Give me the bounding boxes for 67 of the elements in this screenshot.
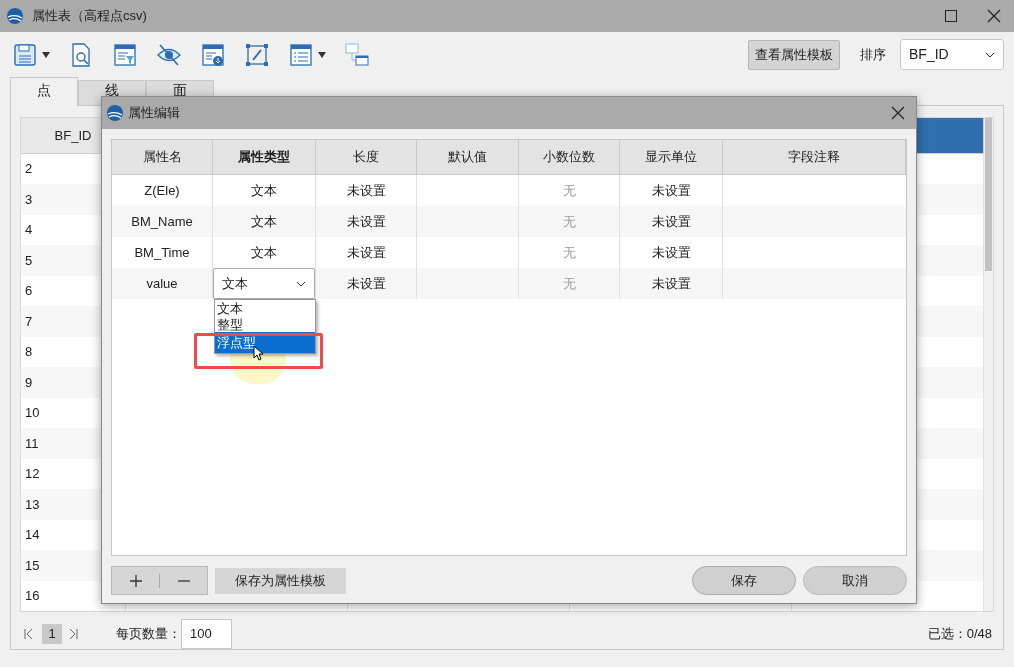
first-page-icon[interactable] [24, 627, 34, 640]
table-cell-text: 文本 [251, 243, 277, 262]
table-cell-text: 未设置 [651, 212, 691, 231]
table-cell-text: 14 [25, 526, 40, 545]
table-cell-text: 16 [25, 587, 40, 606]
per-page-label: 每页数量： [116, 624, 181, 643]
table-cell-text: 9 [25, 373, 33, 392]
chevron-down-icon [985, 51, 995, 58]
table-cell-text: 无 [562, 181, 576, 200]
table-cell-text: 10 [25, 404, 40, 423]
table-cell-text: 5 [25, 251, 33, 270]
table-cell-text: 2 [25, 160, 33, 179]
table-cell-text: 未设置 [346, 243, 386, 262]
table-cell-text: value [146, 274, 178, 293]
table-cell-text: 未设置 [346, 274, 386, 293]
table-cell-text: 文本 [251, 212, 277, 231]
dialog-title: 属性编辑 [128, 104, 180, 123]
close-icon [891, 106, 905, 120]
table-cell-text: 未设置 [651, 274, 691, 293]
view-template-button[interactable]: 查看属性模板 [748, 39, 840, 70]
table-cell-text: 未设置 [346, 181, 386, 200]
last-page-icon[interactable] [68, 627, 78, 640]
column-header: 长度 [316, 140, 417, 174]
tab[interactable]: 点 [10, 77, 78, 106]
window-title: 属性表（高程点csv) [32, 7, 147, 26]
column-header: 默认值 [417, 140, 519, 174]
table-cell-text: 未设置 [346, 212, 386, 231]
column-header: 字段注释 [723, 140, 906, 174]
table-cell-text: 12 [25, 465, 40, 484]
table-cell-text: 7 [25, 312, 33, 331]
table-cell-text: 13 [25, 495, 40, 514]
page-number[interactable]: 1 [42, 623, 62, 644]
logo-icon [106, 104, 124, 122]
save-template-button[interactable]: 保存为属性模板 [215, 567, 346, 594]
selected-count: 已选：0/48 [927, 624, 992, 643]
table-cell-text: 无 [562, 243, 576, 262]
column-header: 属性类型 [213, 140, 316, 174]
column-header: 显示单位 [620, 140, 723, 174]
table-cell-text: 4 [25, 221, 33, 240]
table-cell-text: BM_Name [131, 212, 193, 231]
table-cell-text: 11 [25, 434, 39, 453]
column-header: 小数位数 [519, 140, 620, 174]
plus-icon [129, 574, 142, 587]
dropdown-option[interactable]: 文本 [215, 300, 315, 316]
dropdown-option[interactable]: 整型 [215, 316, 315, 332]
table-cell-text: 8 [25, 343, 33, 362]
table-cell-text: 6 [25, 282, 33, 301]
table-cell-text: 未设置 [651, 181, 691, 200]
logo-icon [6, 7, 24, 25]
type-select[interactable]: 文本 [213, 268, 315, 299]
table-cell-text: 无 [562, 274, 576, 293]
minus-icon [177, 579, 190, 582]
close-icon [987, 9, 1001, 23]
per-page-field[interactable]: 100 [181, 618, 232, 649]
table-cell-text: 未设置 [651, 243, 691, 262]
table-cell-text: 15 [25, 556, 40, 575]
table-cell-text: 文本 [251, 181, 277, 200]
save-button[interactable]: 保存 [692, 566, 796, 595]
table-cell-text: 无 [562, 212, 576, 231]
column-header: 属性名 [112, 140, 213, 174]
cancel-button[interactable]: 取消 [803, 566, 907, 595]
sort-select[interactable]: BF_ID [900, 39, 1004, 70]
table-cell-text: BM_Time [134, 243, 190, 262]
table-cell-text: Z(Ele) [144, 181, 180, 200]
sort-label: 排序 [860, 45, 886, 64]
table-cell-text: 3 [25, 190, 33, 209]
chevron-down-icon [296, 280, 306, 287]
